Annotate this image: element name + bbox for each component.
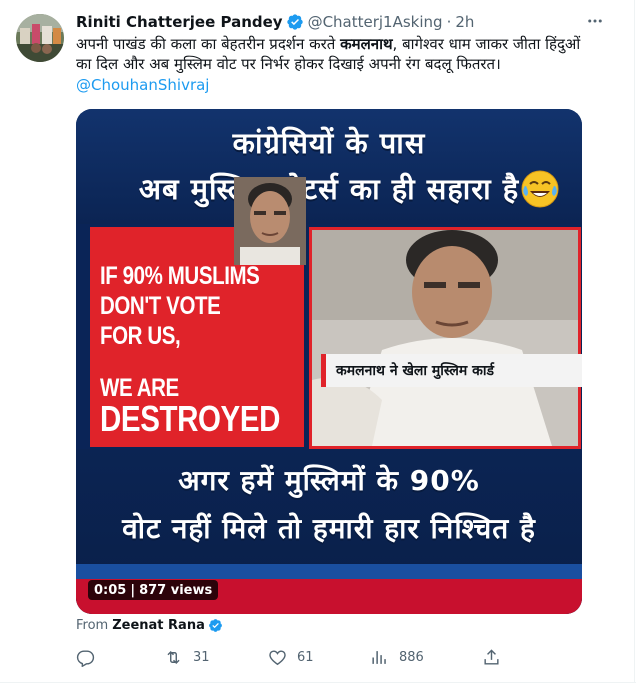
video-headline-top-line1: कांग्रेसियों के पास	[232, 126, 426, 160]
video-headline-bottom-line2: वोट नहीं मिले तो हमारी हार निश्चित है	[122, 512, 536, 545]
video-player[interactable]: कांग्रेसियों के पास अब मुस्लिम वोटर्स का…	[76, 109, 582, 614]
video-views: 877 views	[139, 582, 213, 598]
tweet-text-bold-name: कमलनाथ	[340, 35, 393, 53]
views-bar-chart-icon	[370, 648, 389, 667]
author-display-name[interactable]: Riniti Chatterjee Pandey	[76, 13, 283, 31]
video-headline-top-line2: अब मुस्लिम वोटर्स का ही सहारा है	[138, 172, 520, 206]
like-button[interactable]: 61	[268, 646, 314, 668]
mention-link[interactable]: @ChouhanShivraj	[76, 76, 209, 94]
share-icon	[482, 648, 501, 667]
author-handle[interactable]: @Chatterj1Asking	[308, 13, 443, 31]
share-button[interactable]	[482, 646, 511, 668]
attribution-prefix: From	[76, 618, 109, 633]
heart-icon	[268, 648, 287, 667]
views-count: 886	[399, 649, 424, 665]
tweet-action-bar: 31 61 886	[76, 646, 506, 668]
quote-line-3: FOR US,	[100, 322, 181, 350]
retweet-button[interactable]: 31	[164, 646, 210, 668]
video-caption-banner: कमलनाथ ने खेला मुस्लिम कार्ड	[321, 354, 582, 387]
video-time: 0:05	[94, 582, 127, 598]
like-count: 61	[297, 649, 314, 665]
politician-portrait-image	[234, 177, 306, 265]
tweet-text-part1: अपनी पाखंड की कला का बेहतरीन प्रदर्शन कर…	[76, 35, 341, 53]
retweet-icon	[164, 648, 183, 667]
chip-separator: |	[130, 582, 136, 598]
verified-badge-icon	[286, 13, 304, 31]
video-duration-views-chip: 0:05 | 877 views	[88, 580, 219, 600]
tweet-timestamp[interactable]: 2h	[455, 13, 474, 31]
views-button[interactable]: 886	[370, 646, 424, 668]
attribution-name[interactable]: Zeenat Rana	[112, 618, 205, 633]
reply-button[interactable]	[76, 646, 105, 668]
media-blue-strip	[76, 564, 582, 579]
reply-icon	[76, 648, 95, 667]
tweet-header: Riniti Chatterjee Pandey @Chatterj1Askin…	[76, 12, 474, 32]
more-horizontal-icon	[586, 12, 604, 34]
quote-line-2: DON'T VOTE	[100, 292, 221, 320]
tweet-card[interactable]: Riniti Chatterjee Pandey @Chatterj1Askin…	[0, 0, 636, 683]
video-headline-bottom-line1: अगर हमें मुस्लिमों के 90%	[178, 464, 480, 497]
timeline-border	[634, 0, 635, 683]
retweet-count: 31	[193, 649, 210, 665]
avatar[interactable]	[16, 14, 64, 62]
video-still-frame	[309, 227, 581, 449]
quote-line-5: DESTROYED	[100, 398, 281, 439]
video-attribution: From Zeenat Rana	[76, 618, 227, 633]
more-options-button[interactable]	[586, 14, 604, 32]
tweet-text: अपनी पाखंड की कला का बेहतरीन प्रदर्शन कर…	[76, 34, 596, 74]
laughing-tears-emoji-icon	[520, 169, 560, 209]
quote-line-1: IF 90% MUSLIMS	[100, 262, 260, 290]
verified-badge-icon	[208, 618, 223, 633]
separator-dot: ·	[446, 13, 452, 31]
